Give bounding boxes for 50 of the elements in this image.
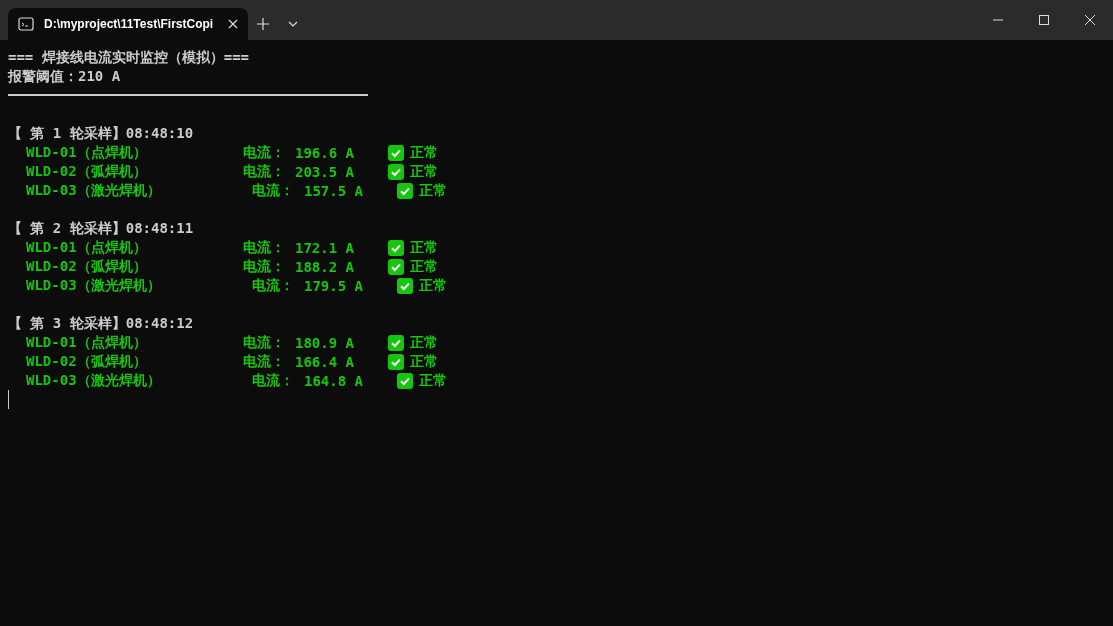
current-label: 电流：: [252, 371, 294, 390]
machine-name: WLD-03（激光焊机）: [26, 181, 162, 200]
current-value: 203.5 A: [295, 163, 355, 180]
maximize-icon[interactable]: [1039, 15, 1049, 25]
status-text: 正常: [410, 352, 438, 371]
terminal-tab[interactable]: D:\myproject\11Test\FirstCopi: [8, 8, 248, 40]
round-header: 【 第 2 轮采样】08:48:11: [8, 219, 194, 238]
status-text: 正常: [410, 238, 438, 257]
plus-icon[interactable]: [257, 18, 269, 30]
current-label: 电流：: [243, 352, 285, 371]
status-text: 正常: [419, 276, 447, 295]
machine-name: WLD-01（点焊机）: [26, 238, 148, 257]
current-value: 157.5 A: [304, 182, 364, 199]
current-label: 电流：: [252, 181, 294, 200]
current-label: 电流：: [243, 333, 285, 352]
machine-name: WLD-02（弧焊机）: [26, 162, 148, 181]
current-label: 电流：: [243, 257, 285, 276]
close-icon[interactable]: [1085, 15, 1095, 25]
round-header: 【 第 3 轮采样】08:48:12: [8, 314, 194, 333]
current-value: 188.2 A: [295, 258, 355, 275]
status-text: 正常: [410, 333, 438, 352]
tab-title: D:\myproject\11Test\FirstCopi: [44, 17, 215, 31]
round-header: 【 第 1 轮采样】08:48:10: [8, 124, 194, 143]
current-label: 电流：: [243, 238, 285, 257]
status-text: 正常: [410, 143, 438, 162]
current-value: 180.9 A: [295, 334, 355, 351]
current-label: 电流：: [243, 143, 285, 162]
current-label: 电流：: [252, 276, 294, 295]
machine-name: WLD-01（点焊机）: [26, 333, 148, 352]
current-value: 172.1 A: [295, 239, 355, 256]
threshold-text: 报警阈值：210 A: [8, 67, 121, 86]
console-title: === 焊接线电流实时监控（模拟）===: [8, 48, 249, 67]
status-text: 正常: [410, 257, 438, 276]
machine-name: WLD-03（激光焊机）: [26, 371, 162, 390]
status-text: 正常: [419, 181, 447, 200]
current-value: 164.8 A: [304, 372, 364, 389]
current-label: 电流：: [243, 162, 285, 181]
machine-name: WLD-01（点焊机）: [26, 143, 148, 162]
machine-name: WLD-03（激光焊机）: [26, 276, 162, 295]
text-cursor: [8, 390, 9, 409]
machine-name: WLD-02（弧焊机）: [26, 352, 148, 371]
chevron-down-icon[interactable]: [288, 21, 298, 27]
machine-name: WLD-02（弧焊机）: [26, 257, 148, 276]
current-value: 196.6 A: [295, 144, 355, 161]
current-value: 166.4 A: [295, 353, 355, 370]
status-text: 正常: [419, 371, 447, 390]
current-value: 179.5 A: [304, 277, 364, 294]
close-icon[interactable]: [228, 19, 238, 29]
terminal-icon: [18, 17, 34, 31]
status-text: 正常: [410, 162, 438, 181]
